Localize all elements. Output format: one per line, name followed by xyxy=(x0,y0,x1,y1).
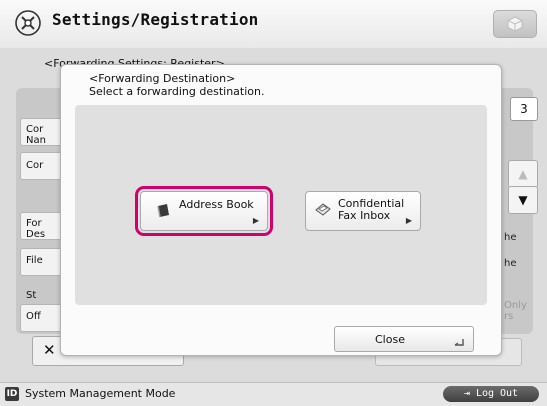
bg-label: Nan xyxy=(26,135,46,146)
bg-label: Cor xyxy=(26,160,44,171)
bg-label: Cor xyxy=(26,124,44,135)
home-button[interactable] xyxy=(493,10,537,38)
confidential-fax-inbox-icon xyxy=(315,203,331,216)
header-bar: Settings/Registration xyxy=(0,0,547,49)
page-title: Settings/Registration xyxy=(52,10,259,29)
bg-right-text: he xyxy=(504,232,517,243)
logout-button[interactable]: ⇥ Log Out xyxy=(443,386,539,402)
logout-icon: ⇥ xyxy=(463,388,476,399)
id-icon: ID xyxy=(5,387,19,401)
bg-label: For xyxy=(26,218,42,229)
close-button-label: Close xyxy=(375,333,405,346)
address-book-icon xyxy=(157,204,169,218)
bg-page-number: 3 xyxy=(510,97,538,121)
settings-registration-icon xyxy=(15,10,41,36)
bg-label: Off xyxy=(26,311,41,322)
chevron-right-icon: ▶ xyxy=(252,216,259,225)
forwarding-destination-dialog: <Forwarding Destination> Select a forwar… xyxy=(60,64,502,356)
dialog-instruction: Select a forwarding destination. xyxy=(89,85,265,98)
bg-label: St xyxy=(26,290,37,301)
confidential-label-line2: Fax Inbox xyxy=(338,209,391,222)
bg-label: File xyxy=(26,255,43,266)
chevron-right-icon: ▶ xyxy=(405,216,412,225)
bg-right-text: Only xyxy=(504,300,527,311)
scroll-down-icon: ▼ xyxy=(508,186,538,214)
dialog-heading: <Forwarding Destination> xyxy=(89,72,236,85)
management-mode-label: System Management Mode xyxy=(25,387,176,400)
close-icon: ✕ xyxy=(43,341,56,359)
confidential-fax-inbox-label: Confidential Fax Inbox xyxy=(338,198,404,222)
cube-icon xyxy=(507,16,523,32)
bg-right-text: he xyxy=(504,258,517,269)
logout-label: Log Out xyxy=(475,388,519,399)
destination-options-area: Address Book ▶ Confidential Fax Inbox ▶ xyxy=(75,105,487,305)
return-corner-icon xyxy=(454,339,464,346)
scroll-up-icon: ▲ xyxy=(508,160,538,188)
confidential-fax-inbox-button[interactable]: Confidential Fax Inbox ▶ xyxy=(305,191,421,231)
close-button[interactable]: Close xyxy=(334,326,474,352)
address-book-button[interactable]: Address Book ▶ xyxy=(135,186,273,236)
status-bar: ID System Management Mode ⇥ Log Out xyxy=(0,382,547,406)
bg-right-text: rs xyxy=(504,311,514,322)
address-book-label: Address Book xyxy=(179,198,254,211)
dialog-title: <Forwarding Destination> Select a forwar… xyxy=(89,72,264,98)
bg-label: Des xyxy=(26,229,46,240)
